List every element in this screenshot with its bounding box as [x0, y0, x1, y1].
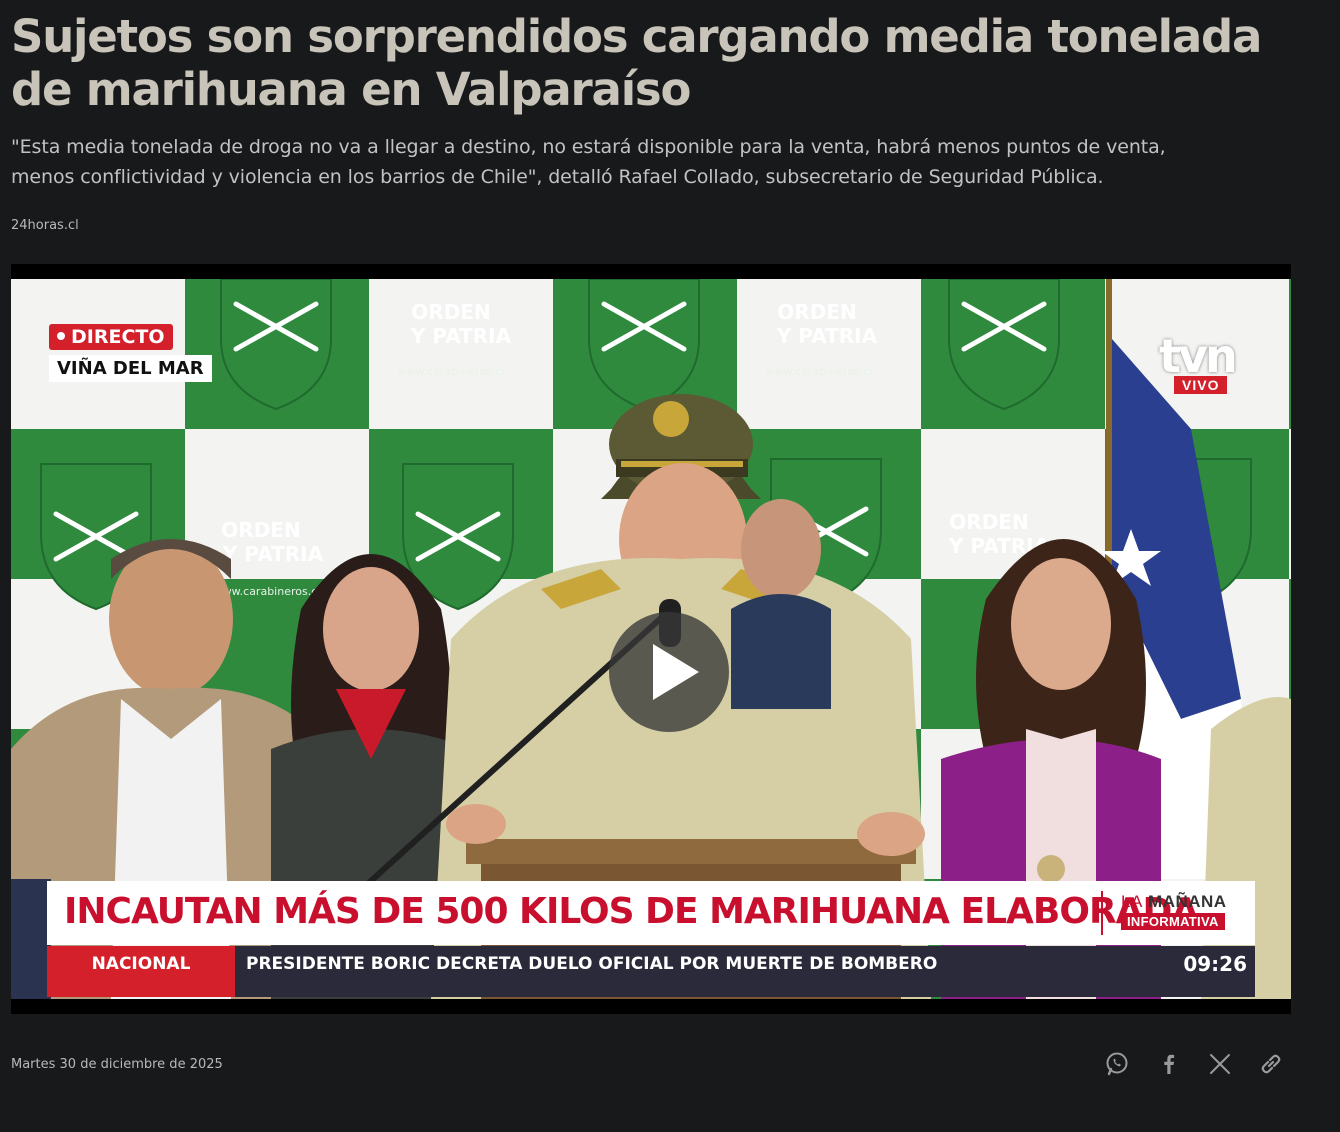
news-ticker: NACIONAL PRESIDENTE BORIC DECRETA DUELO … [47, 946, 1255, 997]
ticker-category: NACIONAL [47, 946, 235, 997]
video-player[interactable]: ORDEN Y PATRIA ORDEN Y PATRIA ORDEN Y PA… [11, 264, 1291, 1014]
article-title: Sujetos son sorprendidos cargando media … [11, 10, 1262, 116]
play-icon [653, 644, 699, 700]
ticker-time: 09:26 [1183, 952, 1247, 976]
svg-text:www.carabineros.cl: www.carabineros.cl [398, 365, 505, 378]
svg-text:Y PATRIA: Y PATRIA [222, 542, 324, 566]
live-badge: DIRECTO [49, 324, 173, 350]
link-icon[interactable] [1257, 1050, 1285, 1078]
show-name: LA MAÑANA [1121, 892, 1227, 911]
article-date: Martes 30 de diciembre de 2025 [11, 1057, 223, 1072]
article-source[interactable]: 24horas.cl [11, 218, 79, 233]
live-label: DIRECTO [71, 326, 165, 348]
ticker-text: PRESIDENTE BORIC DECRETA DUELO OFICIAL P… [246, 954, 938, 974]
play-button[interactable] [609, 612, 729, 732]
headline-text: INCAUTAN MÁS DE 500 KILOS DE MARIHUANA E… [64, 891, 1199, 932]
svg-text:ORDEN: ORDEN [221, 518, 300, 542]
show-name-sub: INFORMATIVA [1121, 913, 1225, 930]
svg-text:www.carabineros.cl: www.carabineros.cl [766, 365, 873, 378]
facebook-icon[interactable] [1155, 1050, 1183, 1078]
channel-live-badge: VIVO [1174, 376, 1228, 394]
svg-text:Y PATRIA: Y PATRIA [410, 324, 512, 348]
live-dot-icon [57, 331, 65, 340]
channel-logo: tvn [1159, 329, 1238, 383]
lower-third-headline: INCAUTAN MÁS DE 500 KILOS DE MARIHUANA E… [47, 881, 1255, 945]
backdrop-motto: ORDEN [411, 300, 490, 324]
article-lead: "Esta media tonelada de droga no va a ll… [11, 136, 1166, 188]
headline-divider [1101, 891, 1103, 935]
whatsapp-icon[interactable] [1103, 1050, 1131, 1078]
svg-text:ORDEN: ORDEN [949, 510, 1028, 534]
video-frame[interactable]: ORDEN Y PATRIA ORDEN Y PATRIA ORDEN Y PA… [11, 279, 1291, 999]
location-badge: VIÑA DEL MAR [49, 355, 212, 382]
svg-text:Y PATRIA: Y PATRIA [776, 324, 878, 348]
svg-text:ORDEN: ORDEN [777, 300, 856, 324]
x-icon[interactable] [1206, 1050, 1234, 1078]
